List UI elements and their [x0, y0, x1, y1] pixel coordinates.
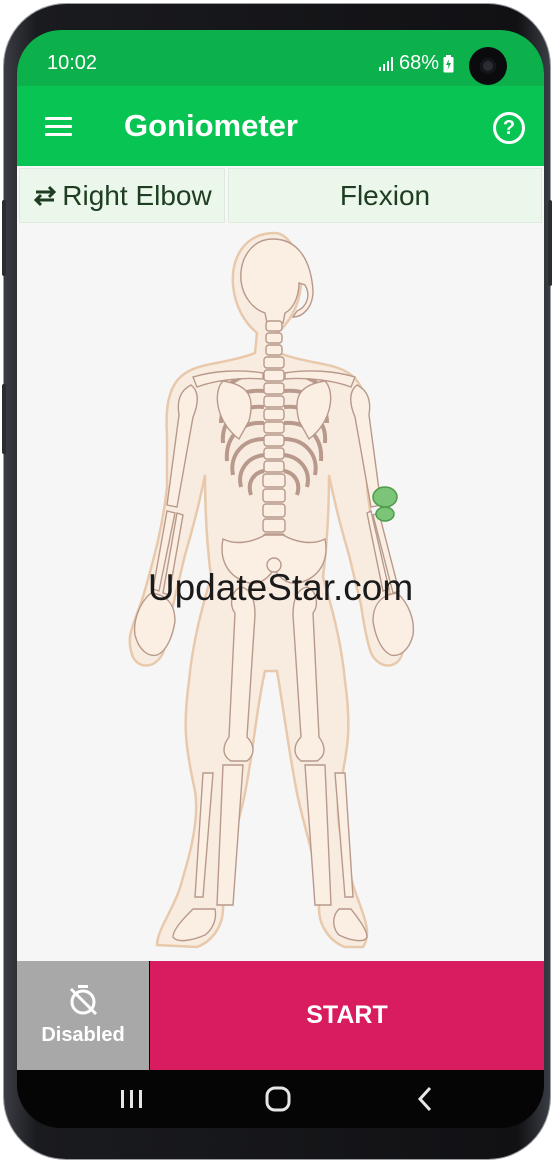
screen: 10:02 68% Goniometer ? Right Elbow Flexi…: [17, 30, 544, 1128]
motion-label: Flexion: [339, 179, 431, 211]
system-nav-bar: [17, 1070, 544, 1128]
timer-toggle-button[interactable]: Disabled: [17, 961, 149, 1070]
motion-selector[interactable]: Flexion: [228, 168, 542, 223]
home-icon[interactable]: [253, 1082, 303, 1116]
battery-percent: 68%: [399, 52, 440, 74]
volume-button: [2, 200, 6, 276]
status-bar: 10:02 68%: [17, 30, 544, 86]
right-elbow-marker[interactable]: [372, 486, 398, 522]
status-icons: 68%: [379, 52, 454, 75]
signal-icon: [379, 56, 393, 71]
start-button[interactable]: START: [150, 961, 544, 1070]
front-camera: [469, 47, 507, 85]
timer-label: Disabled: [41, 1024, 125, 1046]
joint-selector[interactable]: Right Elbow: [19, 168, 225, 223]
status-time: 10:02: [47, 52, 98, 74]
phone-frame: 10:02 68% Goniometer ? Right Elbow Flexi…: [2, 4, 552, 1159]
recents-icon[interactable]: [107, 1082, 157, 1116]
bixby-button: [2, 384, 6, 454]
power-button: [548, 200, 552, 286]
battery-icon: [443, 54, 454, 72]
timer-off-icon: [69, 985, 98, 1016]
app-bar: Goniometer ?: [17, 86, 544, 166]
swap-icon: [34, 185, 57, 206]
start-label: START: [306, 1001, 388, 1029]
back-icon[interactable]: [400, 1082, 450, 1116]
joint-label: Right Elbow: [62, 179, 212, 211]
watermark-text: UpdateStar.com: [147, 567, 414, 608]
selection-row: Right Elbow Flexion: [17, 166, 544, 225]
app-title: Goniometer: [124, 108, 298, 143]
body-diagram-area: .sil { fill:#f8ece1; stroke:#e8c9ac; str…: [17, 225, 544, 961]
menu-icon[interactable]: [45, 117, 72, 137]
help-icon[interactable]: ?: [493, 112, 525, 144]
